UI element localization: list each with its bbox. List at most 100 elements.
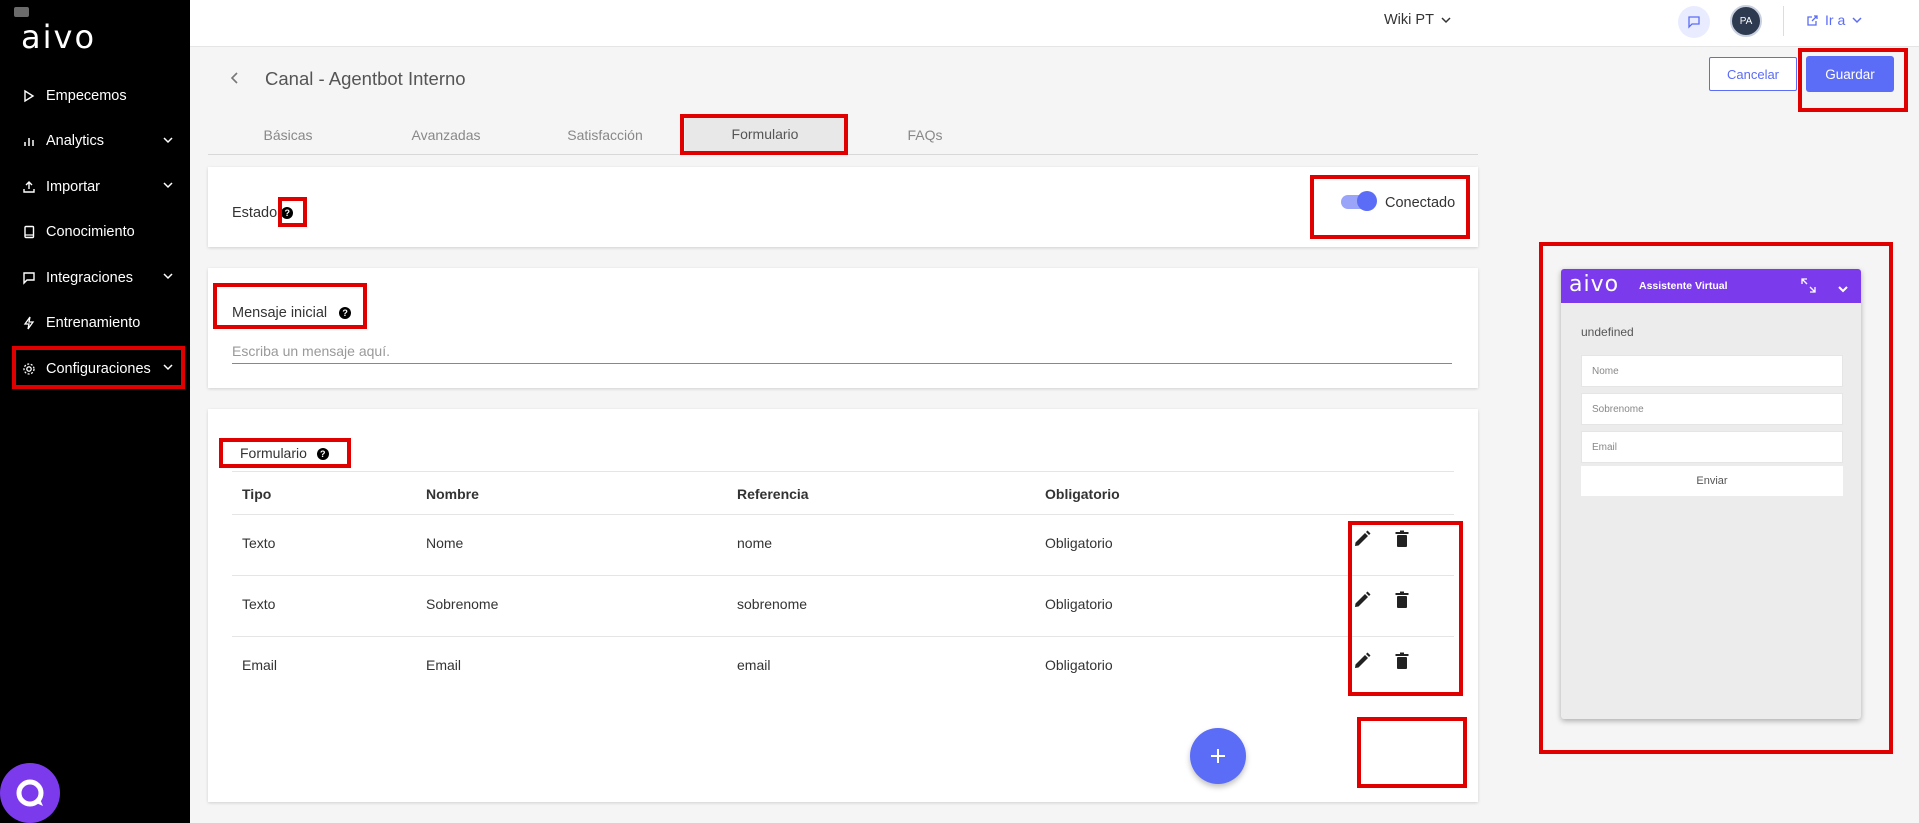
toggle-knob bbox=[1357, 191, 1377, 211]
chat-preview-widget: aivo Assistente Virtual undefined Nome S… bbox=[1561, 269, 1861, 719]
bolt-icon bbox=[22, 316, 36, 330]
chevron-down-icon[interactable] bbox=[162, 270, 174, 282]
tab-basicas[interactable]: Básicas bbox=[208, 115, 368, 155]
widget-title: Assistente Virtual bbox=[1639, 280, 1728, 292]
row-actions bbox=[1350, 649, 1414, 673]
table-row: Texto Sobrenome sobrenome Obligatorio bbox=[232, 576, 1454, 637]
help-icon[interactable]: ? bbox=[281, 207, 294, 220]
book-icon bbox=[22, 225, 36, 239]
sidebar-item-integraciones[interactable]: Integraciones bbox=[0, 255, 190, 301]
sidebar-item-analytics[interactable]: Analytics bbox=[0, 119, 190, 165]
widget-header: aivo Assistente Virtual bbox=[1561, 269, 1861, 303]
sidebar-item-configuraciones[interactable]: Configuraciones bbox=[0, 346, 190, 392]
window-menu-icon[interactable] bbox=[14, 7, 29, 17]
chevron-down-icon[interactable] bbox=[162, 361, 174, 373]
cancel-button[interactable]: Cancelar bbox=[1709, 57, 1797, 91]
sidebar-item-label: Conocimiento bbox=[46, 224, 135, 241]
column-header: Nombre bbox=[426, 486, 479, 502]
cell-tipo: Email bbox=[242, 657, 278, 673]
sidebar-item-entrenamiento[interactable]: Entrenamiento bbox=[0, 301, 190, 347]
edit-icon[interactable] bbox=[1350, 649, 1374, 673]
mensaje-card: Mensaje inicial ? bbox=[208, 268, 1478, 388]
chevron-down-icon bbox=[1441, 17, 1451, 24]
chevron-down-icon[interactable] bbox=[162, 134, 174, 146]
delete-icon[interactable] bbox=[1390, 649, 1414, 673]
add-field-button[interactable] bbox=[1190, 728, 1246, 784]
cell-obligatorio: Obligatorio bbox=[1045, 657, 1113, 673]
formulario-label-text: Formulario bbox=[240, 445, 307, 461]
cell-obligatorio: Obligatorio bbox=[1045, 535, 1113, 551]
widget-logo: aivo bbox=[1569, 272, 1620, 297]
divider bbox=[1783, 6, 1784, 36]
page-title: Canal - Agentbot Interno bbox=[265, 68, 466, 89]
plus-icon bbox=[1211, 749, 1225, 763]
cell-nombre: Sobrenome bbox=[426, 596, 499, 612]
widget-field-nome[interactable]: Nome bbox=[1581, 355, 1843, 387]
edit-icon[interactable] bbox=[1350, 588, 1374, 612]
play-icon bbox=[22, 89, 36, 103]
tab-avanzadas[interactable]: Avanzadas bbox=[366, 115, 526, 155]
tab-satisfaccion[interactable]: Satisfacción bbox=[525, 115, 685, 155]
wiki-selector[interactable]: Wiki PT bbox=[1384, 12, 1452, 28]
wiki-label: Wiki PT bbox=[1384, 12, 1434, 28]
cell-nombre: Email bbox=[426, 657, 462, 673]
widget-message: undefined bbox=[1581, 325, 1634, 339]
chat-button[interactable] bbox=[1678, 6, 1710, 38]
sidebar-item-label: Integraciones bbox=[46, 269, 134, 286]
estado-card: Estado ? Conectado bbox=[208, 167, 1478, 247]
formulario-table: Tipo Nombre Referencia Obligatorio Texto… bbox=[232, 471, 1454, 698]
top-bar bbox=[190, 0, 1919, 47]
sidebar-item-label: Analytics bbox=[46, 133, 105, 150]
help-icon[interactable]: ? bbox=[339, 307, 352, 320]
external-link-icon bbox=[1807, 14, 1818, 26]
widget-field-sobrenome[interactable]: Sobrenome bbox=[1581, 393, 1843, 425]
tab-bar: Básicas Avanzadas Satisfacción Formulari… bbox=[208, 115, 1478, 155]
cell-nombre: Nome bbox=[426, 535, 464, 551]
sidebar-nav: Empecemos Analytics Importar Conocimient… bbox=[0, 73, 190, 392]
sidebar: aivo Empecemos Analytics Importar Conoci… bbox=[0, 0, 190, 823]
goto-label: Ir a bbox=[1825, 12, 1846, 28]
cell-referencia: sobrenome bbox=[737, 596, 808, 612]
avatar[interactable]: PA bbox=[1730, 5, 1762, 37]
table-row: Texto Nome nome Obligatorio bbox=[232, 515, 1454, 576]
column-header: Referencia bbox=[737, 486, 809, 502]
widget-send-button[interactable]: Enviar bbox=[1581, 466, 1843, 496]
gear-icon bbox=[22, 362, 36, 376]
chat-launcher-icon[interactable] bbox=[0, 763, 60, 823]
message-icon bbox=[22, 271, 36, 285]
expand-icon[interactable] bbox=[1801, 278, 1816, 293]
estado-label: Estado ? bbox=[232, 205, 294, 221]
sidebar-item-label: Empecemos bbox=[46, 87, 127, 104]
row-actions bbox=[1350, 588, 1414, 612]
column-header: Obligatorio bbox=[1045, 486, 1120, 502]
help-icon[interactable]: ? bbox=[316, 448, 329, 461]
cell-tipo: Texto bbox=[242, 596, 276, 612]
chevron-down-icon[interactable] bbox=[1837, 281, 1849, 293]
chevron-down-icon bbox=[1852, 17, 1862, 24]
row-actions bbox=[1350, 527, 1414, 551]
cell-obligatorio: Obligatorio bbox=[1045, 596, 1113, 612]
sidebar-item-label: Configuraciones bbox=[46, 360, 151, 377]
sidebar-item-importar[interactable]: Importar bbox=[0, 164, 190, 210]
toggle-label: Conectado bbox=[1385, 195, 1456, 211]
table-row: Email Email email Obligatorio bbox=[232, 637, 1454, 698]
tab-faqs[interactable]: FAQs bbox=[845, 115, 1005, 155]
back-arrow-icon[interactable] bbox=[227, 70, 241, 86]
formulario-card: Formulario ? Tipo Nombre Referencia Obli… bbox=[208, 409, 1478, 802]
chevron-down-icon[interactable] bbox=[162, 179, 174, 191]
logo[interactable]: aivo bbox=[21, 18, 96, 56]
edit-icon[interactable] bbox=[1350, 527, 1374, 551]
tab-formulario[interactable]: Formulario bbox=[685, 115, 845, 155]
save-button[interactable]: Guardar bbox=[1806, 56, 1894, 92]
mensaje-input[interactable] bbox=[232, 338, 1452, 364]
sidebar-item-empecemos[interactable]: Empecemos bbox=[0, 73, 190, 119]
column-header: Tipo bbox=[242, 486, 272, 502]
mensaje-label: Mensaje inicial ? bbox=[232, 305, 352, 321]
sidebar-item-conocimiento[interactable]: Conocimiento bbox=[0, 210, 190, 256]
widget-field-email[interactable]: Email bbox=[1581, 431, 1843, 463]
delete-icon[interactable] bbox=[1390, 588, 1414, 612]
cell-tipo: Texto bbox=[242, 535, 276, 551]
goto-menu[interactable]: Ir a bbox=[1806, 12, 1863, 28]
estado-toggle[interactable] bbox=[1341, 191, 1377, 211]
delete-icon[interactable] bbox=[1390, 527, 1414, 551]
